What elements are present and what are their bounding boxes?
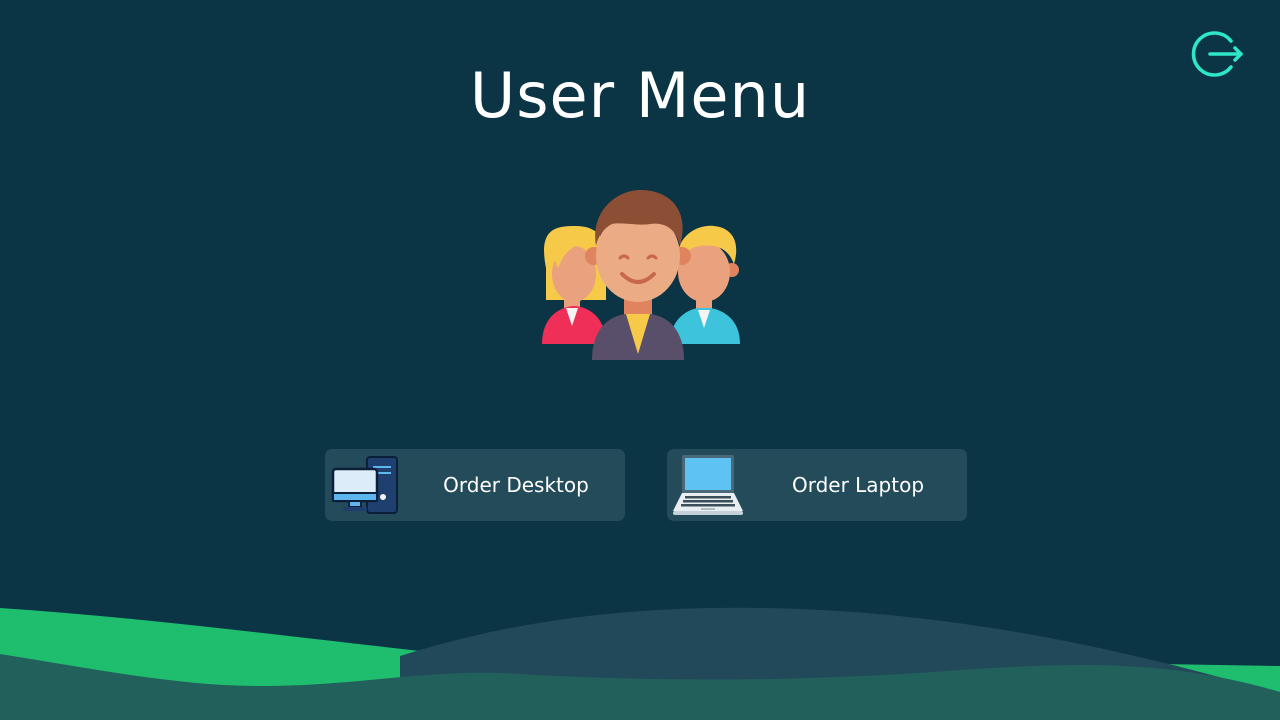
page-title: User Menu bbox=[469, 59, 811, 132]
order-desktop-button[interactable]: Order Desktop bbox=[325, 449, 625, 521]
desktop-computer-icon bbox=[331, 456, 398, 514]
user-group-illustration bbox=[542, 190, 740, 360]
order-desktop-label: Order Desktop bbox=[443, 473, 589, 497]
order-laptop-button[interactable]: Order Laptop bbox=[667, 449, 967, 521]
center-figure bbox=[585, 190, 691, 360]
order-laptop-label: Order Laptop bbox=[791, 473, 925, 497]
woman-figure bbox=[542, 226, 607, 344]
laptop-icon bbox=[673, 455, 743, 515]
bottom-waves bbox=[0, 607, 1280, 720]
